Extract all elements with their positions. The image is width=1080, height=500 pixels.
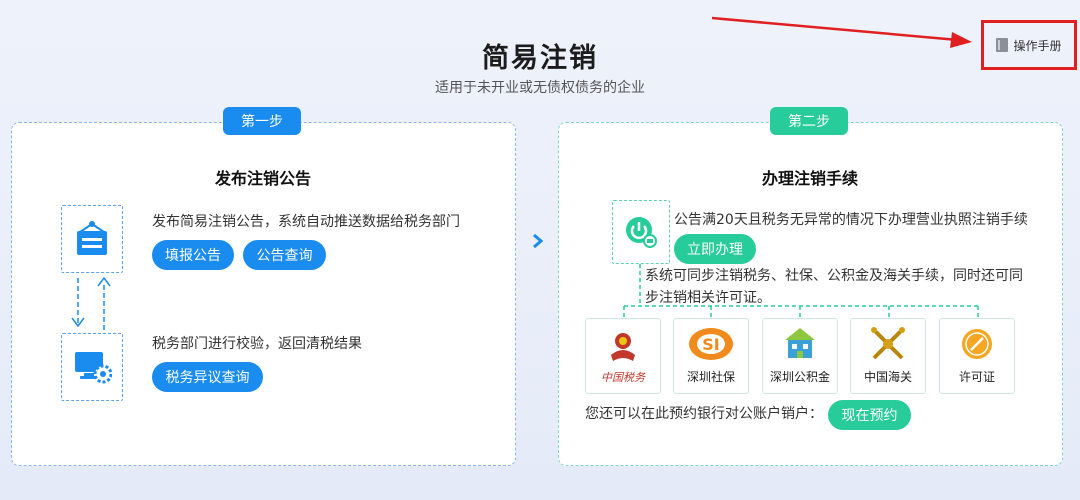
tax-emblem-icon [603,329,643,369]
announcement-board-icon [61,205,123,273]
connector-lines [623,264,979,318]
handle-now-button[interactable]: 立即办理 [674,234,756,264]
logo-label: 中国海关 [863,370,912,384]
chevron-right-icon [533,233,544,249]
manual-label: 操作手册 [1013,38,1062,53]
tax-objection-query-button[interactable]: 税务异议查询 [152,362,263,392]
logo-label: 深圳社保 [686,370,735,384]
verify-text: 税务部门进行校验，返回清税结果 [152,336,362,352]
step1-heading: 发布注销公告 [215,169,312,188]
license-icon [957,324,997,364]
logo-label: 深圳公积金 [769,370,830,384]
social-security-logo-icon: SI [687,324,735,364]
manual-button[interactable]: 操作手册 [981,20,1077,70]
sync-arrows-icon [71,276,111,330]
page-subtitle: 适用于未开业或无债权债务的企业 [435,80,645,96]
annotation-arrow [711,16,972,48]
step1-badge: 第一步 [223,107,301,135]
computer-settings-icon [61,333,123,401]
book-icon [996,38,1009,52]
announce-text: 发布简易注销公告，系统自动推送数据给税务部门 [152,214,460,230]
step2-badge: 第二步 [770,107,848,135]
bank-text: 您还可以在此预约银行对公账户销户： [585,406,823,422]
tax-logo-text: 中国税务 [601,371,645,384]
customs-emblem-icon [868,324,908,364]
reserve-now-button[interactable]: 现在预约 [828,400,911,430]
customs-logo-box[interactable]: 中国海关 [850,318,926,394]
license-logo-box[interactable]: 许可证 [939,318,1015,394]
housing-fund-logo-icon [779,324,821,364]
condition-text: 公告满20天且税务无异常的情况下办理营业执照注销手续 [674,212,1028,228]
social-security-logo-box[interactable]: SI 深圳社保 [673,318,749,394]
power-seal-icon [612,200,670,264]
logo-label: 许可证 [958,370,995,384]
step2-heading: 办理注销手续 [762,169,859,188]
announcement-query-button[interactable]: 公告查询 [243,240,326,270]
fill-announcement-button[interactable]: 填报公告 [152,240,234,270]
svg-text:SI: SI [702,335,719,354]
housing-fund-logo-box[interactable]: 深圳公积金 [762,318,838,394]
tax-logo-box[interactable]: 中国税务 [585,318,661,394]
